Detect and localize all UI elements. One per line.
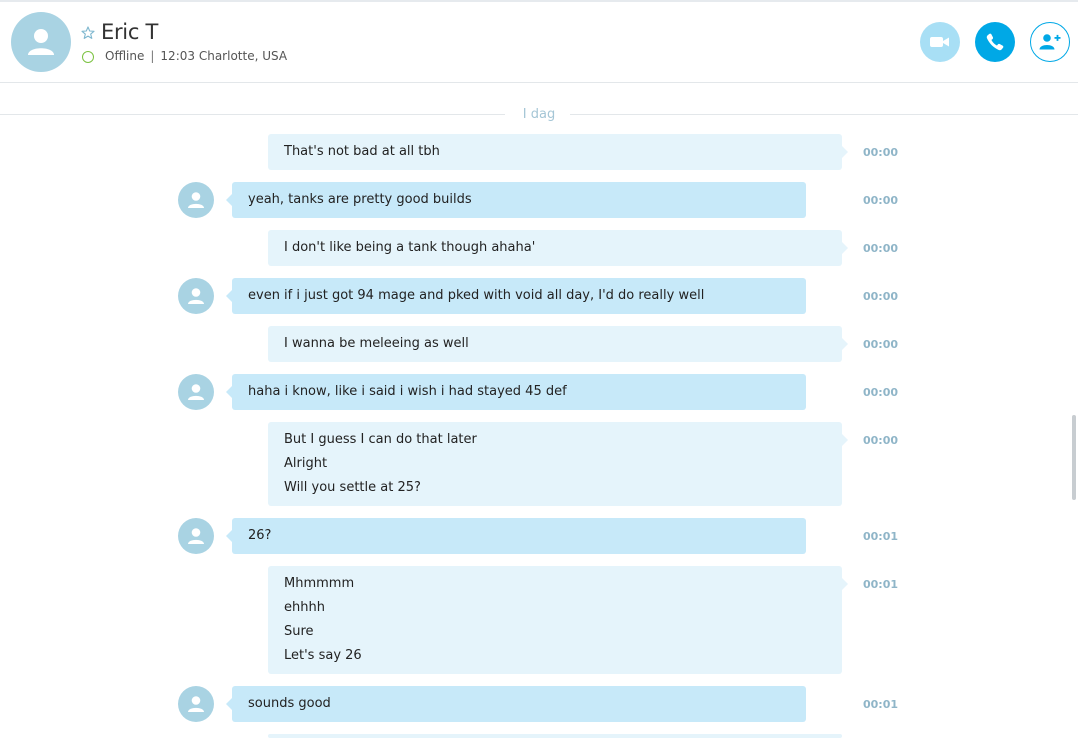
- message-timestamp: 00:00: [863, 194, 899, 207]
- incoming-message-bubble[interactable]: haha i know, like i said i wish i had st…: [226, 374, 806, 410]
- incoming-message-bubble[interactable]: even if i just got 94 mage and pked with…: [226, 278, 806, 314]
- person-icon: [188, 288, 204, 304]
- message-timestamp: 00:00: [863, 386, 899, 399]
- message-text: But I guess I can do that later: [284, 432, 477, 447]
- outgoing-message-bubble[interactable]: But I guess I can do that later Alright Wi…: [268, 422, 848, 506]
- message-text: yeah, tanks are pretty good builds: [248, 192, 472, 207]
- incoming-message-bubble[interactable]: 26?: [226, 518, 806, 554]
- message-timestamp: 00:01: [863, 530, 899, 543]
- message-text: Sure: [284, 624, 314, 639]
- favorite-star-icon[interactable]: [81, 26, 95, 40]
- video-call-button[interactable]: [920, 22, 960, 62]
- message-text: I don't like being a tank though ahaha': [284, 240, 536, 255]
- contact-location: Charlotte, USA: [198, 49, 288, 63]
- message-timestamp: 00:00: [863, 146, 899, 159]
- incoming-message-bubble[interactable]: yeah, tanks are pretty good builds: [226, 182, 806, 218]
- message-timestamp: 00:00: [863, 242, 899, 255]
- message-text: ehhhh: [284, 600, 325, 615]
- message-text: I wanna be meleeing as well: [284, 336, 469, 351]
- message-text: Let's say 26: [284, 648, 362, 663]
- message-text: haha i know, like i said i wish i had st…: [248, 384, 567, 399]
- presence-status-text: Offline: [105, 49, 145, 63]
- person-icon: [28, 29, 54, 55]
- phone-icon: [986, 33, 1004, 51]
- conversation-header: Eric T Offline | 12:03 Charlotte, USA: [0, 2, 1078, 83]
- message-text: Alright: [284, 456, 328, 471]
- audio-call-button[interactable]: [975, 22, 1015, 62]
- message-text: sounds good: [248, 696, 331, 711]
- date-divider: I dag: [0, 107, 1078, 123]
- outgoing-message-bubble[interactable]: [268, 734, 842, 738]
- contact-status-line: Offline | 12:03 Charlotte, USA: [105, 49, 287, 63]
- message-text: 26?: [248, 528, 272, 543]
- message-timestamp: 00:01: [863, 698, 899, 711]
- outgoing-message-bubble[interactable]: Mhmmmm ehhhh Sure Let's say 26: [268, 566, 848, 674]
- person-icon: [188, 696, 204, 712]
- message-timestamp: 00:01: [863, 578, 899, 591]
- presence-status-icon: [82, 51, 94, 63]
- person-icon: [188, 384, 204, 400]
- incoming-message-bubble[interactable]: sounds good: [226, 686, 806, 722]
- message-text: even if i just got 94 mage and pked with…: [248, 288, 705, 303]
- sender-avatar[interactable]: [178, 374, 214, 410]
- message-text: Will you settle at 25?: [284, 480, 421, 495]
- local-time: 12:03: [160, 49, 196, 63]
- video-icon: [930, 37, 949, 47]
- message-timestamp: 00:00: [863, 290, 899, 303]
- sender-avatar[interactable]: [178, 182, 214, 218]
- sender-avatar[interactable]: [178, 518, 214, 554]
- message-timestamp: 00:00: [863, 434, 899, 447]
- contact-name[interactable]: Eric T: [101, 20, 158, 44]
- message-text: That's not bad at all tbh: [284, 144, 440, 159]
- scrollbar-thumb[interactable]: [1072, 415, 1076, 500]
- sender-avatar[interactable]: [178, 278, 214, 314]
- contact-avatar[interactable]: [11, 12, 71, 72]
- person-icon: [188, 192, 204, 208]
- outgoing-message-bubble[interactable]: I wanna be meleeing as well: [268, 326, 848, 362]
- person-icon: [188, 528, 204, 544]
- divider-line-right: [570, 114, 1078, 115]
- message-text: Mhmmmm: [284, 576, 355, 591]
- status-separator: |: [150, 49, 155, 63]
- outgoing-message-bubble[interactable]: That's not bad at all tbh: [268, 134, 848, 170]
- outgoing-message-bubble[interactable]: I don't like being a tank though ahaha': [268, 230, 848, 266]
- add-person-icon: [1039, 34, 1061, 50]
- message-timestamp: 00:00: [863, 338, 899, 351]
- sender-avatar[interactable]: [178, 686, 214, 722]
- add-participant-button[interactable]: [1030, 22, 1070, 62]
